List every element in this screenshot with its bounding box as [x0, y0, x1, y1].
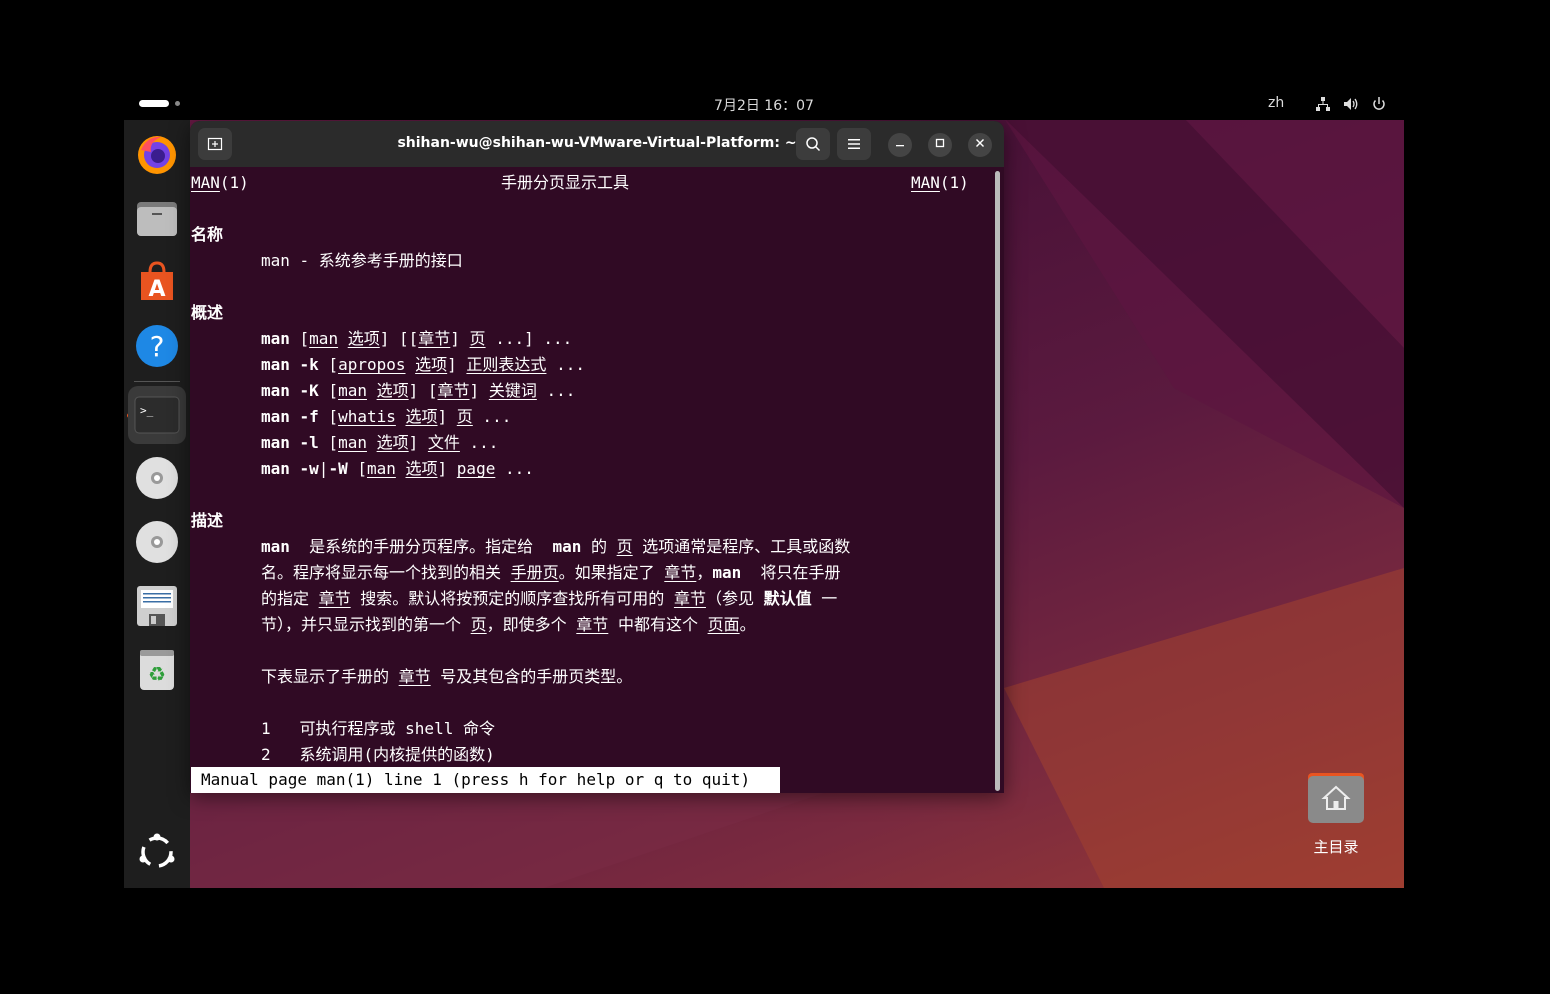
- synopsis-line: man -l [man 选项] 文件 ...: [261, 433, 499, 452]
- section-list-item: 2 系统调用(内核提供的函数): [261, 745, 495, 764]
- section-synopsis: 概述: [191, 303, 224, 322]
- volume-icon[interactable]: [1343, 96, 1359, 112]
- dock-app-center[interactable]: A: [133, 258, 181, 306]
- show-apps-icon: [139, 833, 175, 868]
- header-left: MAN(1): [191, 173, 249, 192]
- firefox-icon: [138, 136, 176, 174]
- minimize-icon: [896, 145, 904, 147]
- dock-text-editor[interactable]: [133, 582, 181, 630]
- dock-separator: [134, 381, 180, 382]
- input-language[interactable]: zh: [1268, 95, 1284, 111]
- clock[interactable]: 7月2日 16：07: [124, 95, 1404, 115]
- dock-disc-1[interactable]: [133, 454, 181, 502]
- description-line: 的指定 章节 搜索。默认将按预定的顺序查找所有可用的 章节（参见 默认值 一: [261, 589, 838, 608]
- help-icon: ?: [136, 325, 178, 367]
- section-name: 名称: [191, 225, 224, 244]
- section-list-item: 1 可执行程序或 shell 命令: [261, 719, 495, 738]
- desktop-screen: 7月2日 16：07 zh A ? >_ ♻ shihan-wu@shihan-…: [124, 88, 1404, 888]
- search-button[interactable]: [796, 128, 830, 160]
- name-line: man - 系统参考手册的接口: [261, 251, 463, 270]
- dock-show-apps[interactable]: [133, 828, 181, 876]
- dock-terminal[interactable]: >_: [128, 386, 186, 444]
- description-line: 下表显示了手册的 章节 号及其包含的手册页类型。: [261, 667, 633, 686]
- close-button[interactable]: [968, 133, 992, 157]
- terminal-titlebar[interactable]: shihan-wu@shihan-wu-VMware-Virtual-Platf…: [190, 121, 1004, 167]
- top-bar: 7月2日 16：07 zh: [124, 88, 1404, 120]
- hamburger-icon: [848, 139, 860, 149]
- description-line: 名。程序将显示每一个找到的相关 手册页。如果指定了 章节，man 将只在手册: [261, 563, 841, 582]
- svg-text:>_: >_: [140, 404, 154, 417]
- synopsis-line: man -f [whatis 选项] 页 ...: [261, 407, 512, 426]
- disc-icon: [136, 457, 178, 499]
- app-center-icon: A: [141, 261, 173, 302]
- description-line: 节），并只显示找到的第一个 页，即使多个 章节 中都有这个 页面。: [261, 615, 756, 634]
- maximize-icon: [935, 138, 945, 148]
- dock-disc-2[interactable]: [133, 518, 181, 566]
- dock-help[interactable]: ?: [133, 322, 181, 370]
- dock: A ? >_ ♻: [124, 120, 190, 888]
- search-icon: [806, 137, 821, 152]
- home-folder-icon[interactable]: [1308, 773, 1364, 823]
- disc-icon-2: [136, 521, 178, 563]
- svg-text:?: ?: [150, 330, 165, 363]
- section-description: 描述: [191, 511, 224, 530]
- synopsis-line: man -w|-W [man 选项] page ...: [261, 459, 534, 478]
- terminal-window[interactable]: shihan-wu@shihan-wu-VMware-Virtual-Platf…: [190, 121, 1004, 793]
- terminal-title: shihan-wu@shihan-wu-VMware-Virtual-Platf…: [397, 135, 797, 151]
- menu-button[interactable]: [837, 128, 871, 160]
- maximize-button[interactable]: [928, 133, 952, 157]
- power-icon[interactable]: [1371, 96, 1387, 112]
- files-icon: [137, 202, 177, 236]
- close-icon: [976, 139, 984, 147]
- home-folder-label[interactable]: 主目录: [1284, 836, 1388, 857]
- header-center: 手册分页显示工具: [501, 173, 630, 192]
- terminal-icon: >_: [134, 396, 180, 434]
- svg-text:♻: ♻: [148, 662, 166, 686]
- scrollbar[interactable]: [995, 171, 1000, 791]
- pager-status-bar: Manual page man(1) line 1 (press h for h…: [191, 767, 780, 793]
- description-line: man 是系统的手册分页程序。指定给 man 的 页 选项通常是程序、工具或函数: [261, 537, 851, 556]
- svg-text:A: A: [148, 277, 165, 302]
- dock-files[interactable]: [133, 194, 181, 242]
- synopsis-line: man [man 选项] [[章节] 页 ...] ...: [261, 329, 573, 348]
- minimize-button[interactable]: [888, 133, 912, 157]
- header-right: MAN(1): [911, 173, 969, 192]
- trash-icon: ♻: [140, 650, 174, 690]
- text-editor-icon: [137, 586, 177, 626]
- synopsis-line: man -k [apropos 选项] 正则表达式 ...: [261, 355, 585, 374]
- dock-trash[interactable]: ♻: [133, 646, 181, 694]
- network-icon[interactable]: [1315, 96, 1331, 112]
- synopsis-line: man -K [man 选项] [章节] 关键词 ...: [261, 381, 576, 400]
- dock-firefox[interactable]: [133, 130, 181, 178]
